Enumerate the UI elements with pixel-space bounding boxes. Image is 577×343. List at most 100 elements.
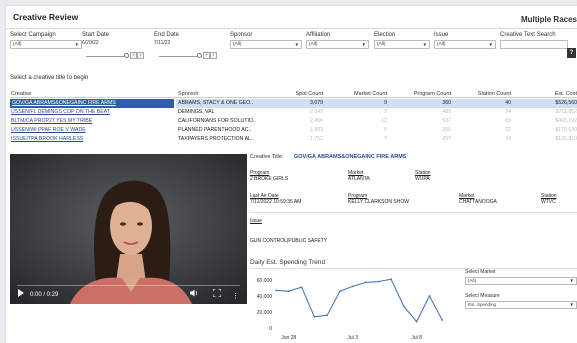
slider-track — [159, 56, 202, 57]
column-header-station-count[interactable]: Station Count — [465, 91, 511, 97]
data-point — [428, 295, 431, 297]
table-row[interactable]: USSEN/WI PPAF ROE V WADE PLANNED PARENTH… — [10, 126, 577, 135]
station-value: WTVC — [541, 199, 556, 205]
data-point — [313, 315, 316, 318]
spot-count-cell: 3,079 — [310, 100, 323, 106]
step-forward-button[interactable]: › — [210, 52, 217, 59]
text-search-input[interactable] — [500, 40, 568, 49]
step-forward-button[interactable]: › — [137, 52, 144, 59]
select-market-control: Select Market (All) ▼ — [465, 269, 577, 285]
election-select-value: (All) — [377, 42, 386, 47]
creative-link[interactable]: USSEN/WI PPAF ROE V WADE — [11, 127, 86, 133]
help-button[interactable]: ? — [567, 48, 576, 58]
table-header: Creative Sponsor Spot Count Market Count… — [10, 90, 577, 98]
campaign-select[interactable]: (All) ▼ — [10, 40, 82, 49]
station-count-cell: 24 — [505, 136, 511, 142]
sponsor-select[interactable]: (All) ▼ — [230, 40, 302, 49]
sponsor-cell: TAXPAYERS PROTECTION AL.. — [178, 136, 254, 142]
program-value: KELLY CLARKSON SHOW — [348, 199, 409, 205]
table-row[interactable]: USSEN/FL DEMINGS COP ON THE BEAT DEMINGS… — [10, 108, 577, 117]
est-cost-cell: $526,560 — [555, 100, 577, 106]
end-date-filter: End Date 7/11/22 — [154, 32, 226, 46]
spot-count-cell: 1,803 — [310, 127, 323, 133]
election-filter: Election (All) ▼ — [374, 32, 430, 49]
column-header-program-count[interactable]: Program Count — [401, 91, 451, 97]
est-cost-cell: $711,852 — [555, 109, 577, 115]
program-count-cell: 250 — [442, 127, 451, 133]
more-options-icon[interactable]: ⋮ — [232, 292, 239, 300]
table-row[interactable]: GOV/GA ABRAMS&ONEGAINC FIRE ARMS ABRAMS,… — [10, 99, 577, 108]
market-select[interactable]: (All) ▼ — [465, 277, 577, 285]
est-cost-cell: $126,810 — [555, 136, 577, 142]
end-date-value[interactable]: 7/11/22 — [154, 40, 226, 46]
header: Creative Review Multiple Races — [6, 6, 577, 26]
slider-handle[interactable] — [124, 53, 129, 58]
station-count-cell: 34 — [505, 109, 511, 115]
video-player[interactable]: 0:00 / 0:29 ⋮ — [10, 154, 247, 304]
measure-select[interactable]: Est. Spending ▼ — [465, 301, 577, 309]
affiliation-filter: Affiliation (All) ▼ — [306, 32, 369, 49]
election-filter-label: Election — [374, 32, 396, 38]
spot-count-cell: 2,049 — [310, 109, 323, 115]
video-controls: 0:00 / 0:29 ⋮ — [10, 278, 247, 304]
affiliation-select[interactable]: (All) ▼ — [306, 40, 369, 49]
issue-select[interactable]: (All) ▼ — [434, 40, 496, 49]
table-row[interactable]: ISSUE/TPA BROOK HARLESS TAXPAYERS PROTEC… — [10, 135, 577, 144]
start-date-filter: Start Date 6/29/22 — [82, 32, 152, 46]
sponsor-cell: ABRAMS, STACY & ONE GEO.. — [178, 100, 254, 106]
video-progress-bar[interactable] — [17, 284, 240, 286]
sponsor-select-value: (All) — [233, 42, 242, 47]
x-tick-label: Jul 8 — [411, 335, 422, 341]
dashboard-frame: Creative Review Multiple Races Select Ca… — [6, 6, 577, 343]
spot-count-cell: 2,456 — [310, 118, 323, 124]
chevron-down-icon: ▼ — [422, 42, 427, 47]
creative-link[interactable]: ISSUE/TPA BROOK HARLESS — [11, 136, 83, 142]
measure-select-value: Est. Spending — [468, 302, 497, 307]
step-back-button[interactable]: ‹ — [130, 52, 137, 59]
campaign-filter-label: Select Campaign — [10, 32, 56, 38]
market-count-cell: 7 — [384, 136, 387, 142]
table-row[interactable]: BLTM/CA PROP27 YES MY TRIBE CALIFORNIANS… — [10, 117, 577, 126]
start-date-slider[interactable]: ‹ › — [86, 52, 146, 60]
chevron-down-icon: ▼ — [74, 42, 79, 47]
spot-count-cell: 1,752 — [310, 136, 323, 142]
slider-handle[interactable] — [197, 53, 202, 58]
data-point — [441, 319, 444, 321]
column-header-market-count[interactable]: Market Count — [341, 91, 387, 97]
end-date-slider[interactable]: ‹ › — [159, 52, 219, 60]
races-title: Multiple Races — [520, 15, 577, 24]
column-header-spot-count[interactable]: Spot Count — [279, 91, 323, 97]
column-header-creative[interactable]: Creative — [11, 91, 31, 97]
data-point — [300, 286, 303, 289]
issue-filter: Issue (All) ▼ — [434, 32, 496, 49]
chevron-down-icon: ▼ — [569, 302, 574, 307]
step-back-button[interactable]: ‹ — [203, 52, 210, 59]
creative-link[interactable]: GOV/GA ABRAMS&ONEGAINC FIRE ARMS — [10, 99, 174, 108]
sponsor-cell: CALIFORNIANS FOR SOLUTIO.. — [178, 118, 256, 124]
sponsor-filter: Sponsor (All) ▼ — [230, 32, 302, 49]
play-icon[interactable] — [17, 289, 25, 299]
trend-chart-title: Daily Est. Spending Trend — [250, 259, 326, 266]
start-date-label: Start Date — [82, 32, 110, 38]
creative-link[interactable]: USSEN/FL DEMINGS COP ON THE BEAT — [11, 109, 110, 115]
program-count-cell: 488 — [442, 109, 451, 115]
issue-label: Issue — [250, 218, 262, 224]
fullscreen-icon[interactable] — [212, 288, 222, 299]
market-count-cell: 9 — [384, 109, 387, 115]
header-divider — [6, 28, 577, 29]
text-search-filter: Creative Text Search — [500, 32, 568, 49]
market-select-value: (All) — [468, 278, 476, 283]
start-date-value[interactable]: 6/29/22 — [82, 40, 152, 46]
market-value: ATLANTA — [348, 176, 370, 182]
column-header-est-cost[interactable]: Est. Cost — [534, 91, 577, 97]
series-line — [275, 278, 443, 323]
creative-title-label: Creative Title: — [250, 154, 284, 160]
creative-link[interactable]: BLTM/CA PROP27 YES MY TRIBE — [11, 118, 92, 124]
election-select[interactable]: (All) ▼ — [374, 40, 430, 49]
column-header-sponsor[interactable]: Sponsor — [178, 91, 199, 97]
est-cost-cell: $465,192 — [555, 118, 577, 124]
affiliation-filter-label: Affiliation — [306, 32, 331, 38]
issue-filter-label: Issue — [434, 32, 449, 38]
volume-icon[interactable] — [190, 289, 199, 299]
program-count-cell: 257 — [442, 136, 451, 142]
